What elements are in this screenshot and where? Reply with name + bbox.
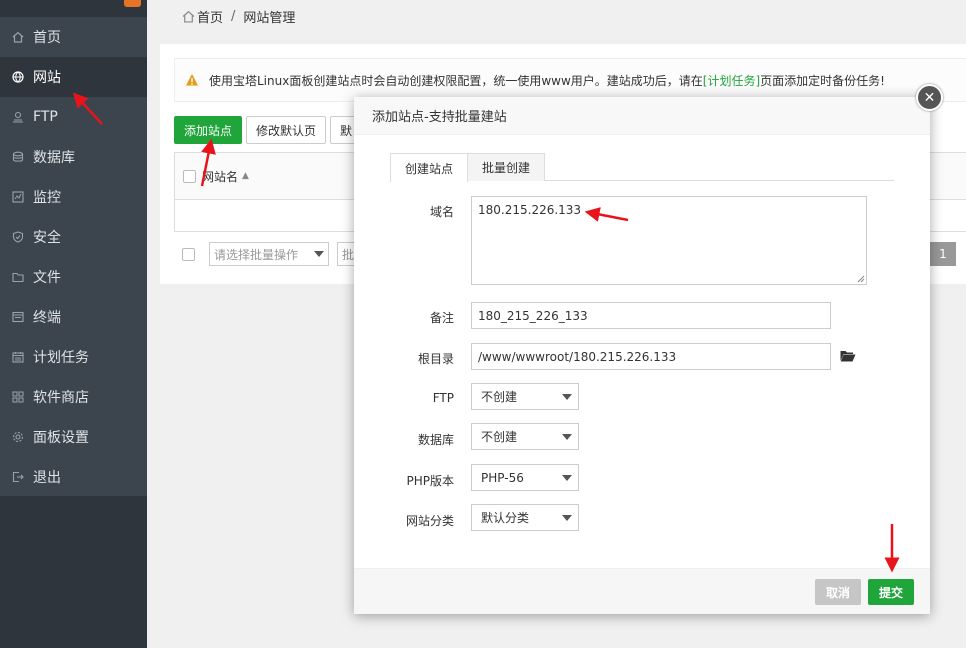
home-icon xyxy=(12,31,24,43)
dialog-footer: 取消 提交 xyxy=(354,568,930,614)
sidebar-item-label: 终端 xyxy=(33,310,61,326)
sidebar-item-label: 面板设置 xyxy=(33,430,89,446)
select-all-checkbox[interactable] xyxy=(183,169,196,183)
add-site-button[interactable]: 添加站点 xyxy=(174,116,243,144)
sidebar-item-label: 监控 xyxy=(33,190,61,206)
sidebar-item-label: 文件 xyxy=(33,270,61,286)
footer-select-checkbox[interactable] xyxy=(182,247,195,261)
cron-task-link[interactable]: [计划任务] xyxy=(703,72,760,89)
sidebar-item-label: 安全 xyxy=(33,230,61,246)
domain-value: 180.215.226.133 xyxy=(478,203,582,217)
breadcrumb-separator: / xyxy=(231,8,236,24)
logout-icon xyxy=(12,471,24,483)
breadcrumb-home-link[interactable]: 首页 xyxy=(197,7,223,26)
chevron-down-icon xyxy=(562,474,572,481)
sidebar-item-database[interactable]: 数据库 xyxy=(0,137,147,177)
database-icon xyxy=(12,151,24,163)
sidebar-item-ftp[interactable]: FTP xyxy=(0,97,147,137)
breadcrumb-current: 网站管理 xyxy=(243,10,296,26)
ftp-icon xyxy=(12,111,24,123)
root-dir-label: 根目录 xyxy=(417,352,454,366)
site-category-label: 网站分类 xyxy=(405,514,454,528)
apps-icon xyxy=(12,391,24,403)
shield-icon xyxy=(12,231,24,243)
domain-label: 域名 xyxy=(429,205,454,219)
database-label: 数据库 xyxy=(417,433,454,447)
sidebar: 首页 网站 FTP 数据库 监控 安全 文件 终端 计划任务 软件商店 面板设置… xyxy=(0,0,147,648)
submit-button[interactable]: 提交 xyxy=(868,579,914,605)
folder-open-icon[interactable] xyxy=(840,350,856,362)
sidebar-item-label: FTP xyxy=(33,109,58,125)
tab-batch-create[interactable]: 批量创建 xyxy=(467,153,546,181)
calendar-icon xyxy=(12,351,24,363)
ftp-label: FTP xyxy=(432,391,454,405)
site-toolbar: 添加站点 修改默认页 默 xyxy=(174,116,363,144)
pagination-page[interactable]: 1 xyxy=(930,242,956,266)
chevron-down-icon xyxy=(314,251,324,257)
sidebar-header xyxy=(0,0,147,17)
gear-icon xyxy=(12,431,24,443)
sidebar-item-store[interactable]: 软件商店 xyxy=(0,377,147,417)
ftp-select[interactable]: 不创建 xyxy=(471,383,579,410)
notice-text: 使用宝塔Linux面板创建站点时会自动创建权限配置，统一使用www用户。建站成功… xyxy=(209,73,703,88)
php-version-select[interactable]: PHP-56 xyxy=(471,464,579,491)
resize-grip-icon[interactable] xyxy=(857,275,865,283)
batch-operation-select[interactable]: 请选择批量操作 xyxy=(209,242,329,266)
sidebar-item-label: 数据库 xyxy=(33,150,75,166)
sidebar-item-label: 退出 xyxy=(33,470,61,486)
sidebar-item-files[interactable]: 文件 xyxy=(0,257,147,297)
domain-textarea[interactable]: 180.215.226.133 xyxy=(471,196,867,285)
remark-label: 备注 xyxy=(429,311,454,325)
sidebar-item-logout[interactable]: 退出 xyxy=(0,457,147,497)
globe-icon xyxy=(12,71,24,83)
chevron-down-icon xyxy=(562,433,572,440)
tab-create-site[interactable]: 创建站点 xyxy=(390,153,469,182)
notification-badge[interactable] xyxy=(124,0,141,7)
database-select[interactable]: 不创建 xyxy=(471,423,579,450)
cancel-button[interactable]: 取消 xyxy=(815,579,861,605)
chevron-down-icon xyxy=(562,514,572,521)
chevron-down-icon xyxy=(562,393,572,400)
sidebar-item-cron[interactable]: 计划任务 xyxy=(0,337,147,377)
database-select-value: 不创建 xyxy=(481,430,518,444)
root-dir-value: /www/wwwroot/180.215.226.133 xyxy=(478,349,677,364)
home-icon xyxy=(182,10,195,23)
terminal-icon xyxy=(12,311,24,323)
dialog-title: 添加站点-支持批量建站 xyxy=(354,97,930,135)
sidebar-item-label: 计划任务 xyxy=(33,350,89,366)
remark-value: 180_215_226_133 xyxy=(478,308,588,323)
sidebar-item-home[interactable]: 首页 xyxy=(0,17,147,57)
sidebar-item-website[interactable]: 网站 xyxy=(0,57,147,97)
php-version-value: PHP-56 xyxy=(481,470,524,485)
sidebar-item-label: 首页 xyxy=(33,30,61,46)
sort-asc-icon: ▲ xyxy=(242,171,249,181)
ftp-select-value: 不创建 xyxy=(481,390,518,404)
edit-default-page-button[interactable]: 修改默认页 xyxy=(246,116,327,144)
sidebar-item-settings[interactable]: 面板设置 xyxy=(0,417,147,457)
root-dir-input[interactable]: /www/wwwroot/180.215.226.133 xyxy=(471,343,831,370)
site-category-select[interactable]: 默认分类 xyxy=(471,504,579,531)
dialog-tabs: 创建站点 批量创建 xyxy=(390,153,894,182)
site-category-value: 默认分类 xyxy=(481,511,530,525)
warning-icon xyxy=(186,74,198,86)
sidebar-item-terminal[interactable]: 终端 xyxy=(0,297,147,337)
sidebar-menu: 首页 网站 FTP 数据库 监控 安全 文件 终端 计划任务 软件商店 面板设置… xyxy=(0,17,147,497)
monitor-icon xyxy=(12,191,24,203)
add-site-dialog: 添加站点-支持批量建站 ✕ 创建站点 批量创建 域名 180.215.226.1… xyxy=(354,84,943,614)
sidebar-item-security[interactable]: 安全 xyxy=(0,217,147,257)
batch-operation-placeholder: 请选择批量操作 xyxy=(214,247,299,262)
notice-bar: 使用宝塔Linux面板创建站点时会自动创建权限配置，统一使用www用户。建站成功… xyxy=(174,58,966,102)
php-version-label: PHP版本 xyxy=(406,474,455,488)
sidebar-item-label: 网站 xyxy=(33,70,61,86)
sidebar-footer xyxy=(0,496,147,648)
close-icon[interactable]: ✕ xyxy=(916,84,943,111)
sidebar-item-label: 软件商店 xyxy=(33,390,89,406)
breadcrumb: 首页 / 网站管理 xyxy=(160,0,966,32)
notice-text-tail: 页面添加定时备份任务! xyxy=(760,73,885,88)
folder-icon xyxy=(12,271,24,283)
remark-input[interactable]: 180_215_226_133 xyxy=(471,302,831,329)
sidebar-item-monitor[interactable]: 监控 xyxy=(0,177,147,217)
column-site-name[interactable]: 网站名 xyxy=(202,168,238,185)
